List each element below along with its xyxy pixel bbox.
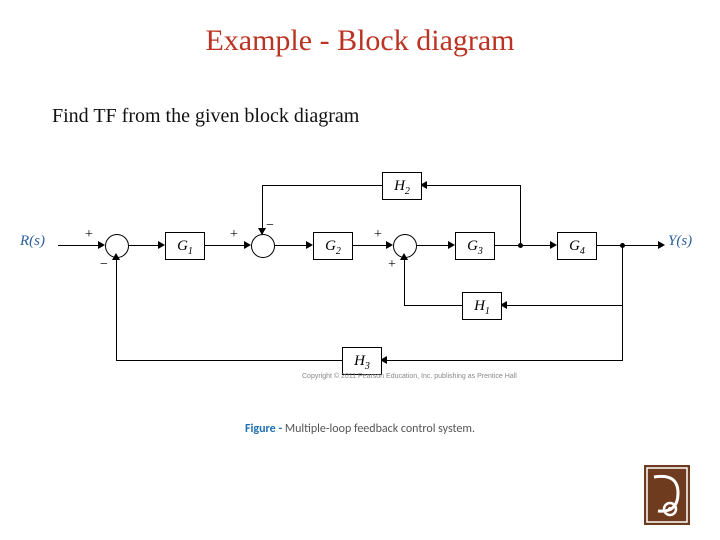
block-h3: H3 (342, 347, 382, 375)
problem-statement: Find TF from the given block diagram (52, 105, 359, 128)
figure-caption: Figure - Multiple-loop feedback control … (0, 422, 720, 436)
sum3-plus-top: + (374, 227, 382, 243)
block-g2: G2 (313, 232, 353, 260)
output-label: Y(s) (668, 233, 692, 250)
input-label: R(s) (20, 233, 45, 250)
slide-title: Example - Block diagram (0, 24, 720, 58)
block-h1: H1 (462, 292, 502, 320)
sum2-minus: − (266, 218, 274, 234)
copyright-text: Copyright © 2011 Pearson Education, Inc.… (302, 373, 517, 380)
institution-logo-icon (644, 465, 690, 525)
sum2-plus: + (230, 227, 238, 243)
sum1-plus: + (85, 227, 93, 243)
block-h2: H2 (382, 172, 422, 200)
sum3-plus-bot: + (388, 257, 396, 273)
sum-junction-2 (251, 234, 275, 258)
block-g3: G3 (455, 232, 495, 260)
caption-text: Multiple-loop feedback control system. (282, 422, 475, 436)
block-g4: G4 (557, 232, 597, 260)
block-g1: G1 (165, 232, 205, 260)
sum1-minus: − (100, 257, 108, 273)
block-diagram: R(s) + − G1 + − G2 + + G3 G4 Y(s) (20, 130, 700, 400)
caption-label: Figure - (245, 422, 282, 436)
